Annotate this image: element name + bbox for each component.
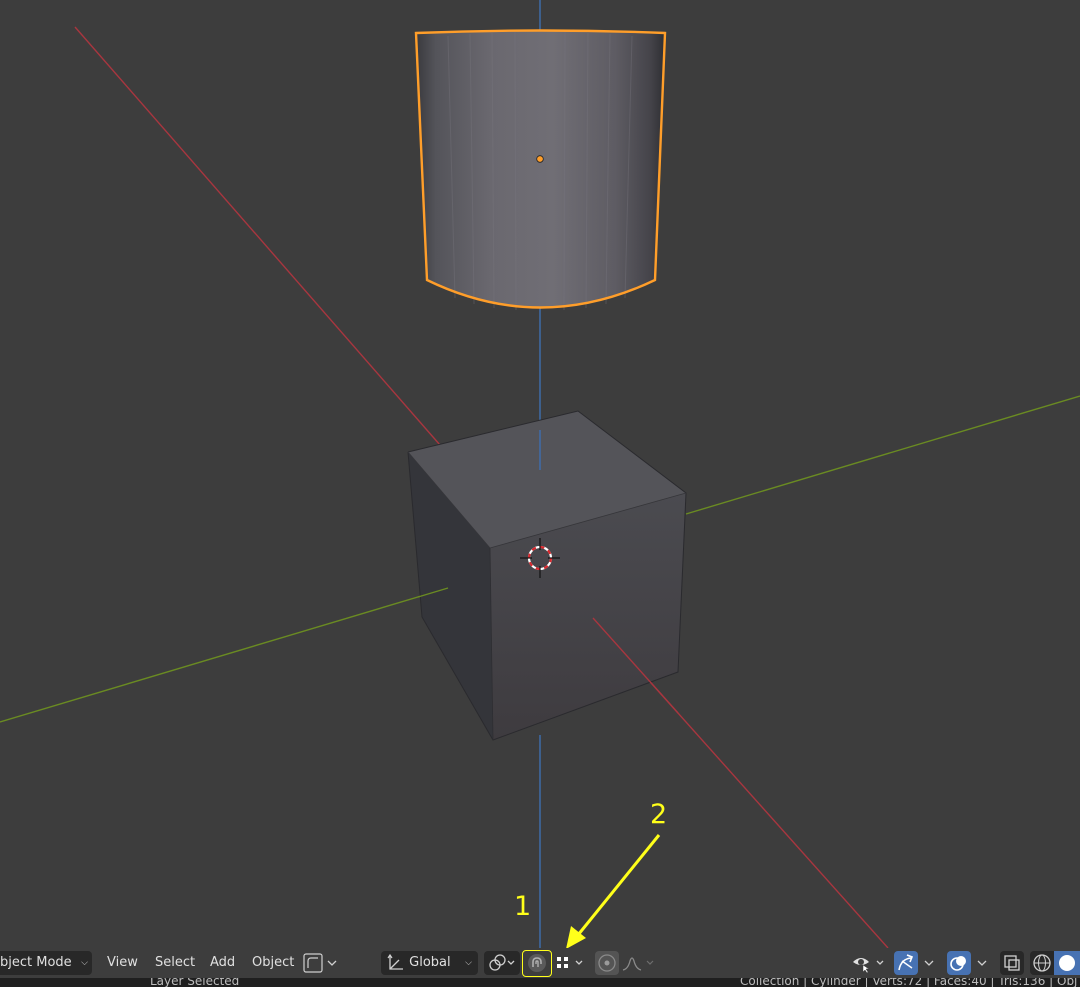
eye-selectable-icon (853, 958, 884, 974)
object-origin-dot (536, 155, 544, 163)
orientation-dropdown[interactable]: Global ⌵ (381, 951, 478, 975)
snap-grid-icon (557, 957, 583, 968)
visibility-selectability-dropdown[interactable] (850, 951, 888, 975)
solid-shading-icon (1059, 955, 1075, 971)
status-bar: Layer Selected Collection | Cylinder | V… (0, 978, 1080, 987)
overlay-circles-icon (950, 956, 966, 971)
viewport-scene[interactable] (0, 0, 1080, 948)
xray-toggle-button[interactable] (1000, 951, 1024, 975)
wireframe-shading-button[interactable] (1030, 951, 1054, 975)
status-text-left: Layer Selected (150, 978, 240, 987)
cube-pivot-icon (303, 953, 337, 973)
overlays-dropdown[interactable] (973, 951, 991, 975)
gizmo-toggle-button[interactable] (894, 951, 918, 975)
solid-shading-button[interactable] (1054, 951, 1080, 975)
gizmo-arrow-icon (898, 954, 914, 971)
chevron-down-icon: ⌵ (81, 958, 88, 968)
menu-view[interactable]: View (103, 951, 142, 975)
xray-toggle-icon (1004, 955, 1020, 971)
snap-toggle-button[interactable] (522, 950, 552, 977)
proportional-edit-icon (598, 954, 616, 972)
menu-select[interactable]: Select (151, 951, 199, 975)
pivot-link-icon (489, 954, 515, 971)
orientation-label: Global (409, 955, 451, 970)
chevron-down-icon (977, 960, 987, 966)
wireframe-shading-icon (1033, 954, 1051, 972)
snap-target-dropdown[interactable] (554, 951, 588, 975)
y-axis-line-back (685, 395, 1080, 515)
transform-axes-icon (387, 953, 403, 970)
annotation-label-2: 2 (650, 799, 668, 830)
falloff-curve-icon (622, 957, 654, 971)
mode-dropdown-label: bject Mode (0, 955, 72, 970)
mode-dropdown[interactable]: bject Mode ⌵ (0, 951, 92, 975)
shading-pivot-button[interactable] (303, 951, 339, 975)
pivot-point-dropdown[interactable] (484, 951, 520, 975)
menu-add[interactable]: Add (206, 951, 239, 975)
status-text-right: Collection | Cylinder | Verts:72 | Faces… (740, 978, 1078, 987)
magnet-snap-icon (528, 954, 546, 972)
proportional-edit-button[interactable] (595, 951, 619, 975)
overlays-toggle-button[interactable] (947, 951, 971, 975)
cylinder-object[interactable] (414, 29, 667, 311)
3d-viewport[interactable]: 1 2 bject Mode ⌵ View Select Add Object … (0, 0, 1080, 987)
annotation-arrow-icon (566, 834, 661, 948)
falloff-dropdown[interactable] (620, 951, 656, 975)
menu-object[interactable]: Object (248, 951, 298, 975)
chevron-down-icon (924, 960, 934, 966)
chevron-down-icon: ⌵ (465, 958, 472, 968)
cube-object[interactable] (407, 410, 687, 741)
gizmo-dropdown[interactable] (920, 951, 938, 975)
y-axis-line (0, 587, 449, 723)
viewport-header: bject Mode ⌵ View Select Add Object Glob… (0, 948, 1080, 978)
annotation-label-1: 1 (514, 891, 532, 922)
x-axis-line (74, 26, 441, 446)
